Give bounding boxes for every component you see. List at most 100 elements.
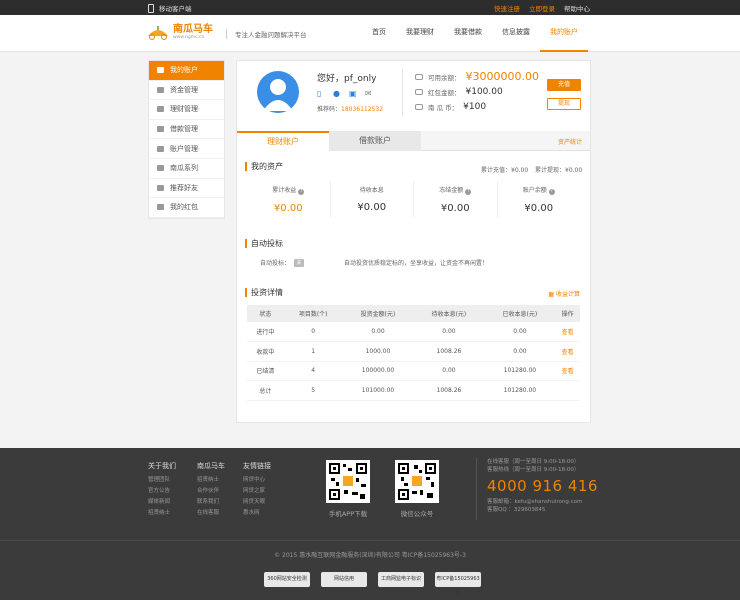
register-link[interactable]: 快速注册	[494, 3, 520, 13]
available-balance-value: ¥3000000.00	[465, 70, 539, 83]
footer-col-brand: 南瓜马车 招贤纳士 合作伙伴 联系我们 在线客服	[197, 461, 225, 521]
footer-link[interactable]: 合作伙伴	[197, 488, 225, 495]
table-row: 总计 5 101000.00 1008.26 101280.00	[247, 380, 580, 401]
mobile-client-link[interactable]: 移动客户端	[148, 3, 192, 13]
referral-code: 推荐码：18036112532	[317, 104, 383, 113]
wechat-qr-label: 微信公众号	[400, 510, 434, 518]
cell: 进行中	[247, 322, 284, 342]
cell: 101280.00	[484, 361, 556, 381]
nav-borrow[interactable]: 我要借款	[444, 15, 492, 52]
asset-stats-link[interactable]: 资产统计	[558, 137, 582, 146]
help-icon[interactable]: ?	[298, 189, 305, 195]
mobile-client-label: 移动客户端	[159, 5, 192, 13]
email-icon[interactable]: ✉	[365, 90, 373, 98]
tab-finance-account[interactable]: 理财账户	[237, 131, 329, 151]
footer-link[interactable]: 官方公告	[148, 488, 176, 495]
sidebar-item-my-account[interactable]: 我的账户	[149, 61, 224, 81]
service-email[interactable]: 客服邮箱：kefu@shanshuirong.com	[487, 498, 606, 506]
calculator-link[interactable]: ▦ 收益计算	[548, 289, 580, 298]
nav-home[interactable]: 首页	[362, 15, 396, 52]
col-status: 状态	[247, 305, 284, 322]
carriage-logo-icon	[146, 24, 170, 40]
asset-value: ¥0.00	[357, 202, 387, 213]
view-link[interactable]: 查看	[555, 341, 580, 362]
recharge-button[interactable]: 充值	[547, 79, 581, 91]
security-badge[interactable]: 360网站安全检测	[264, 572, 310, 587]
auto-bid-desc: 自动投资优质稳定标的，坐享收益，让资金不再闲置！	[344, 260, 489, 267]
footer-link[interactable]: 媒体新闻	[148, 499, 176, 506]
footer-link[interactable]: 联系我们	[197, 499, 225, 506]
cell: 1000.00	[342, 341, 414, 362]
view-link[interactable]: 查看	[555, 322, 580, 342]
nav-my-account[interactable]: 我的账户	[540, 15, 588, 52]
footer-link[interactable]: 在线客服	[197, 510, 225, 517]
cell: 101000.00	[342, 380, 414, 401]
site-header: 南瓜马车 www.ngmc.cn 专注人金融问题解决平台 首页 我要理财 我要借…	[0, 15, 740, 52]
asset-pending: 待收本息 ¥0.00	[331, 181, 414, 217]
gov-badge[interactable]: 工商网监电子标识	[378, 572, 424, 587]
pumpkin-icon	[157, 165, 164, 172]
view-link[interactable]: 查看	[555, 361, 580, 381]
sidebar-item-funds[interactable]: 资金管理	[149, 81, 224, 101]
nav-invest[interactable]: 我要理财	[396, 15, 444, 52]
footer-link[interactable]: 管理团队	[148, 477, 176, 484]
invest-details-title: 投资详情	[245, 288, 283, 297]
phone-icon	[148, 3, 154, 13]
footer-link[interactable]: 惠水网	[243, 510, 271, 517]
help-link[interactable]: 帮助中心	[564, 3, 590, 13]
tab-loan-account[interactable]: 借款账户	[329, 131, 421, 151]
avatar[interactable]	[257, 71, 299, 113]
pumpkin-coin-value: ¥100	[463, 101, 487, 112]
sidebar-item-label: 理财管理	[170, 105, 198, 114]
credit-badge[interactable]: 网站信用	[321, 572, 367, 587]
footer-col-links: 友情链接 网贷中心 网贷之家 网贷天眼 惠水网	[243, 461, 271, 521]
sidebar-item-label: 账户管理	[170, 144, 198, 153]
cell	[555, 380, 580, 401]
calculator-label: 收益计算	[555, 291, 580, 298]
footer-link[interactable]: 网贷天眼	[243, 499, 271, 506]
redpack-label: 红包金额：	[428, 88, 461, 97]
login-link[interactable]: 立即登录	[529, 3, 555, 13]
account-panel: 您好，pf_only ▯ ● ▣ ✉ 推荐码：18036112532 可用余额：…	[236, 60, 591, 423]
sidebar-item-account[interactable]: 账户管理	[149, 139, 224, 159]
app-qr-code	[326, 460, 370, 503]
sidebar-item-label: 借款管理	[170, 125, 198, 134]
identity-verify-icon[interactable]: ●	[333, 90, 341, 98]
nav-disclosure[interactable]: 信息披露	[492, 15, 540, 52]
withdraw-button[interactable]: 提现	[547, 98, 581, 110]
table-header-row: 状态 项目数(个) 投资金额(元) 待收本息(元) 已收本息(元) 操作	[247, 305, 580, 322]
sidebar-item-referral[interactable]: 推荐好友	[149, 179, 224, 199]
my-assets-title: 我的资产	[245, 162, 283, 171]
service-qq: 客服QQ ：329603845	[487, 507, 546, 513]
sidebar-item-loans[interactable]: 借款管理	[149, 120, 224, 140]
cell: 1008.26	[413, 341, 485, 362]
cell: 已结清	[247, 361, 284, 381]
footer-link[interactable]: 网贷中心	[243, 477, 271, 484]
auto-bid-toggle[interactable]: 关	[294, 258, 305, 267]
site-logo[interactable]: 南瓜马车 www.ngmc.cn	[146, 24, 213, 40]
cell: 1008.26	[413, 380, 485, 401]
table-row: 进行中 0 0.00 0.00 0.00 查看	[247, 322, 580, 342]
total-withdraw: 累计提现：¥0.00	[535, 167, 583, 174]
footer-link[interactable]: 招贤纳士	[148, 510, 176, 517]
table-row: 收款中 1 1000.00 1008.26 0.00 查看	[247, 341, 580, 362]
sidebar-item-label: 我的红包	[170, 203, 198, 212]
col-received: 已收本息(元)	[484, 305, 556, 322]
asset-balance: 账户余额? ¥0.00	[498, 181, 581, 217]
footer-link[interactable]: 招贤纳士	[197, 477, 225, 484]
id-card-icon[interactable]: ▣	[349, 90, 357, 98]
sidebar-item-series[interactable]: 南瓜系列	[149, 159, 224, 179]
sidebar-item-finance[interactable]: 理财管理	[149, 100, 224, 120]
help-icon[interactable]: ?	[465, 189, 472, 195]
icp-badge[interactable]: 粤ICP备15025963号	[435, 572, 481, 597]
cell: 4	[283, 361, 343, 381]
col-action: 操作	[555, 305, 580, 322]
mobile-verify-icon[interactable]: ▯	[317, 90, 325, 98]
help-icon[interactable]: ?	[548, 189, 555, 195]
total-recharge: 累计充值：¥0.00	[481, 167, 529, 174]
sidebar-item-redpack[interactable]: 我的红包	[149, 198, 224, 218]
footer-link[interactable]: 网贷之家	[243, 488, 271, 495]
logo-domain: www.ngmc.cn	[173, 34, 205, 40]
calendar-icon: ▦	[548, 291, 556, 298]
top-bar: 移动客户端 快速注册 立即登录 帮助中心	[0, 0, 740, 15]
